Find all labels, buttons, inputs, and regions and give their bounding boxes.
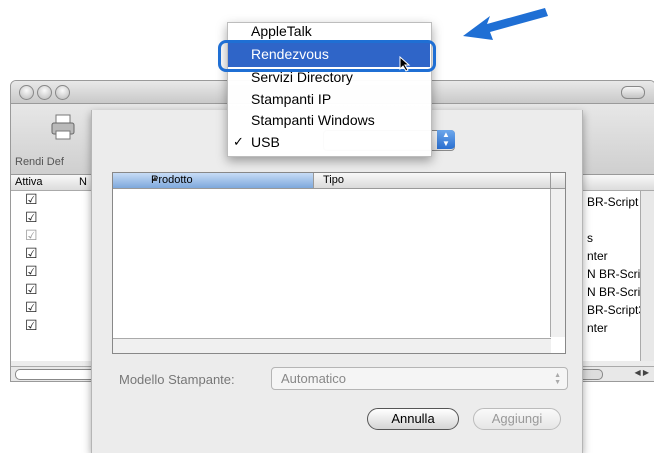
column-attiva[interactable]: Attiva — [15, 176, 43, 188]
model-select-value: Automatico — [281, 371, 347, 386]
active-checkbox[interactable]: ☑ — [25, 192, 38, 206]
callout-arrow-icon — [463, 8, 548, 40]
column-tipo[interactable]: Tipo — [323, 174, 344, 186]
scroll-arrows-icon[interactable]: ◀ ▶ — [634, 368, 649, 377]
make-default-label[interactable]: Rendi Def — [15, 156, 64, 168]
printer-kind: s — [587, 231, 593, 245]
column-prodotto[interactable]: Prodotto ▲ — [113, 173, 314, 188]
select-arrows-icon: ▲ ▼ — [554, 372, 561, 386]
minimize-window-button[interactable] — [37, 85, 52, 100]
printer-kind: BR-Script3 — [587, 303, 646, 317]
column-divider — [550, 173, 551, 188]
printer-kind: N BR-Scri — [587, 285, 641, 299]
printer-list-vscroll[interactable] — [640, 191, 654, 361]
active-checkbox[interactable]: ☑ — [25, 264, 38, 278]
mouse-cursor-icon — [399, 56, 411, 72]
active-checkbox[interactable]: ☑ — [25, 282, 38, 296]
zoom-window-button[interactable] — [55, 85, 70, 100]
active-checkbox[interactable]: ☑ — [25, 318, 38, 332]
printer-kind: N BR-Scri — [587, 267, 641, 281]
sort-ascending-icon: ▲ — [151, 174, 159, 183]
model-label: Modello Stampante: — [119, 372, 235, 387]
printer-kind: nter — [587, 249, 608, 263]
active-checkbox[interactable]: ☑ — [25, 210, 38, 224]
printer-browser-table: Prodotto ▲ Tipo — [112, 172, 566, 354]
table-hscroll[interactable] — [113, 338, 551, 353]
active-checkbox[interactable]: ☑ — [25, 300, 38, 314]
menu-item-stampanti-windows[interactable]: Stampanti Windows — [251, 112, 375, 128]
add-button[interactable]: Aggiungi — [473, 408, 561, 430]
active-checkbox[interactable]: ☑ — [25, 228, 38, 242]
add-printer-sheet: ▲ ▼ Prodotto ▲ Tipo Modello Stampante: Au… — [91, 110, 583, 453]
menu-item-usb[interactable]: USB — [251, 134, 280, 150]
printer-kind: BR-Script — [587, 195, 639, 209]
popup-arrows-icon[interactable]: ▲ ▼ — [437, 130, 455, 149]
table-vscroll[interactable] — [550, 189, 565, 337]
cancel-button[interactable]: Annulla — [367, 408, 459, 430]
active-checkbox[interactable]: ☑ — [25, 246, 38, 260]
table-header: Prodotto ▲ Tipo — [113, 173, 565, 189]
model-select[interactable]: Automatico ▲ ▼ — [271, 367, 568, 390]
checkmark-icon: ✓ — [233, 134, 244, 149]
menu-item-appletalk[interactable]: AppleTalk — [251, 23, 312, 39]
menu-item-stampanti-ip[interactable]: Stampanti IP — [251, 91, 331, 107]
printer-kind: nter — [587, 321, 608, 335]
toolbar-toggle-button[interactable] — [621, 86, 645, 99]
close-window-button[interactable] — [19, 85, 34, 100]
column-name[interactable]: N — [79, 176, 87, 188]
printer-icon[interactable] — [51, 114, 75, 140]
